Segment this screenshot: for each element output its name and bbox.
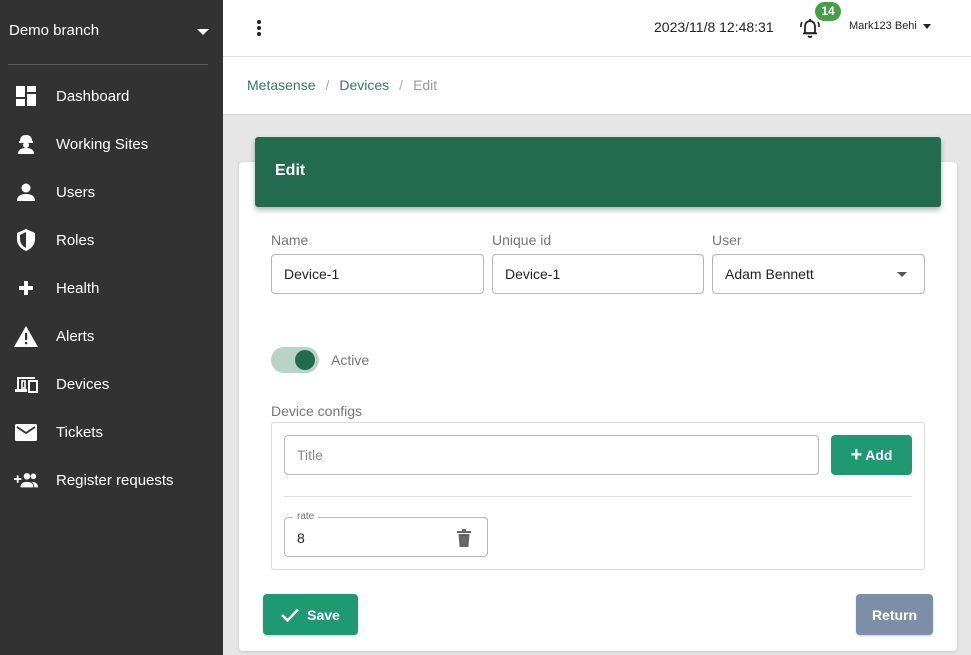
user-label: User (712, 232, 742, 248)
config-title-input[interactable]: Title (284, 435, 819, 475)
card-title: Edit (275, 162, 306, 179)
breadcrumb-separator: / (399, 77, 404, 93)
configs-divider (284, 496, 912, 497)
sidebar-nav: Dashboard Working Sites Users Roles Heal… (0, 72, 223, 504)
user-icon (14, 181, 38, 203)
device-configs-label: Device configs (271, 403, 363, 419)
sidebar-item-label: Tickets (56, 424, 103, 441)
active-label: Active (331, 352, 370, 368)
check-icon (281, 608, 300, 622)
add-button-label: Add (865, 447, 893, 463)
breadcrumb-link-devices[interactable]: Devices (339, 77, 389, 93)
sidebar-item-health[interactable]: Health (0, 264, 223, 312)
user-menu[interactable]: Mark123 Behi (849, 20, 931, 32)
sidebar-item-label: Working Sites (56, 136, 149, 153)
card-header: Edit (255, 137, 941, 207)
user-select[interactable]: Adam Bennett (712, 254, 925, 294)
sidebar-item-working-sites[interactable]: Working Sites (0, 120, 223, 168)
add-group-icon (14, 469, 38, 491)
plus-icon: + (850, 444, 863, 466)
user-select-value: Adam Bennett (725, 266, 814, 282)
sidebar-item-label: Users (56, 184, 96, 201)
sidebar-divider (8, 64, 208, 65)
return-button-label: Return (871, 606, 918, 623)
sidebar-item-alerts[interactable]: Alerts (0, 312, 223, 360)
top-bar: 2023/11/8 12:48:31 14 Mark123 Behi (223, 0, 971, 57)
worker-icon (14, 133, 38, 155)
sidebar-item-label: Devices (56, 376, 110, 393)
config-rate-field[interactable]: rate 8 (284, 511, 488, 557)
breadcrumb-separator: / (325, 77, 330, 93)
breadcrumb-link-metasense[interactable]: Metasense (247, 77, 315, 93)
shield-icon (14, 229, 38, 251)
sidebar-item-users[interactable]: Users (0, 168, 223, 216)
sidebar-item-devices[interactable]: Devices (0, 360, 223, 408)
datetime-display: 2023/11/8 12:48:31 (654, 19, 774, 35)
caret-down-icon (922, 23, 931, 29)
name-field[interactable]: Device-1 (271, 254, 484, 294)
branch-label: Demo branch (9, 22, 100, 39)
sidebar-item-label: Dashboard (56, 88, 130, 105)
unique-id-field[interactable]: Device-1 (492, 254, 704, 294)
sidebar-item-label: Roles (56, 232, 95, 249)
breadcrumb-current: Edit (413, 77, 438, 93)
warning-icon (14, 325, 38, 347)
breadcrumb-bar: Metasense / Devices / Edit (223, 57, 971, 115)
more-vert-icon[interactable] (250, 18, 268, 38)
name-label: Name (271, 232, 309, 248)
notification-badge: 14 (815, 2, 841, 21)
dashboard-icon (14, 85, 38, 107)
caret-down-icon (197, 29, 209, 35)
return-button[interactable]: Return (856, 594, 933, 635)
config-rate-value: 8 (297, 530, 305, 546)
config-rate-label: rate (293, 511, 319, 522)
caret-down-icon (897, 272, 907, 277)
plus-icon (14, 277, 38, 299)
active-toggle[interactable] (271, 346, 319, 374)
sidebar-item-roles[interactable]: Roles (0, 216, 223, 264)
sidebar-item-label: Health (56, 280, 100, 297)
sidebar-item-label: Alerts (56, 328, 95, 345)
sidebar: Demo branch Dashboard Working Sites User… (0, 0, 223, 655)
unique-id-label: Unique id (492, 232, 552, 248)
toggle-thumb (295, 350, 315, 370)
bell-icon[interactable] (798, 16, 822, 40)
sidebar-item-dashboard[interactable]: Dashboard (0, 72, 223, 120)
trash-icon[interactable] (457, 529, 471, 547)
sidebar-item-label: Register requests (56, 472, 174, 489)
save-button[interactable]: Save (263, 594, 358, 635)
devices-icon (14, 373, 38, 395)
sidebar-item-tickets[interactable]: Tickets (0, 408, 223, 456)
breadcrumb: Metasense / Devices / Edit (247, 77, 437, 93)
save-button-label: Save (307, 606, 340, 623)
mail-icon (14, 421, 38, 443)
username-label: Mark123 Behi (849, 20, 917, 32)
add-config-button[interactable]: + Add (831, 435, 912, 475)
branch-selector[interactable]: Demo branch (9, 22, 215, 42)
sidebar-item-register-requests[interactable]: Register requests (0, 456, 223, 504)
